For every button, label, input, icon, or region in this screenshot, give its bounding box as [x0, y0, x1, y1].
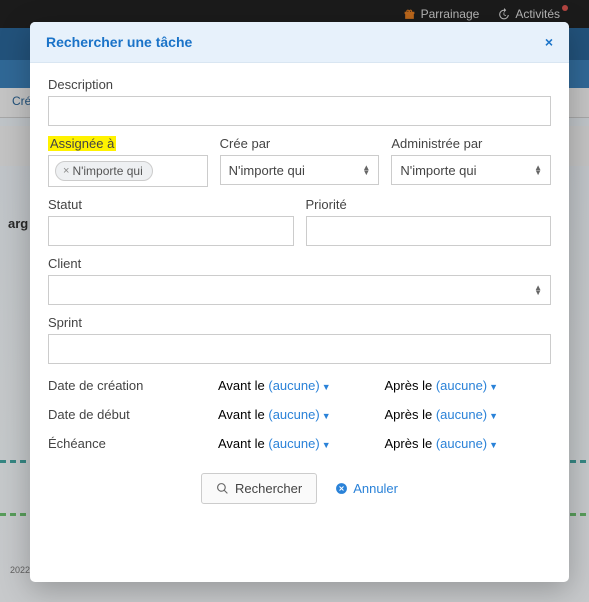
modal-header: Rechercher une tâche × [30, 22, 569, 63]
remove-tag-icon[interactable]: × [63, 165, 69, 177]
close-icon[interactable]: × [545, 34, 553, 50]
search-icon [216, 482, 229, 495]
caret-down-icon: ▼ [489, 440, 498, 450]
priorite-input[interactable] [306, 216, 552, 246]
creee-label: Crée par [220, 136, 380, 151]
priorite-label: Priorité [306, 197, 552, 212]
statut-input[interactable] [48, 216, 294, 246]
description-input[interactable] [48, 96, 551, 126]
updown-icon: ▲▼ [362, 165, 370, 175]
date-debut-before[interactable]: Avant le (aucune)▼ [218, 407, 385, 422]
caret-down-icon: ▼ [322, 411, 331, 421]
cancel-icon [335, 482, 348, 495]
assigned-tag[interactable]: × N'importe qui [55, 161, 153, 181]
assigned-tagbox[interactable]: × N'importe qui [48, 155, 208, 187]
admin-select[interactable]: N'importe qui ▲▼ [391, 155, 551, 185]
date-debut-after[interactable]: Après le (aucune)▼ [385, 407, 552, 422]
assigned-label: Assignée à [48, 136, 208, 151]
date-creation-before[interactable]: Avant le (aucune)▼ [218, 378, 385, 393]
updown-icon: ▲▼ [534, 165, 542, 175]
caret-down-icon: ▼ [489, 411, 498, 421]
sprint-input[interactable] [48, 334, 551, 364]
caret-down-icon: ▼ [322, 382, 331, 392]
client-select[interactable]: ▲▼ [48, 275, 551, 305]
echeance-label: Échéance [48, 436, 218, 451]
echeance-after[interactable]: Après le (aucune)▼ [385, 436, 552, 451]
search-button[interactable]: Rechercher [201, 473, 317, 504]
date-debut-label: Date de début [48, 407, 218, 422]
modal-body: Description Assignée à × N'importe qui C… [30, 63, 569, 582]
client-label: Client [48, 256, 551, 271]
date-creation-row: Date de création Avant le (aucune)▼ Aprè… [48, 378, 551, 393]
statut-label: Statut [48, 197, 294, 212]
search-task-modal: Rechercher une tâche × Description Assig… [30, 22, 569, 582]
creee-select[interactable]: N'importe qui ▲▼ [220, 155, 380, 185]
updown-icon: ▲▼ [534, 285, 542, 295]
sprint-label: Sprint [48, 315, 551, 330]
echeance-row: Échéance Avant le (aucune)▼ Après le (au… [48, 436, 551, 451]
caret-down-icon: ▼ [322, 440, 331, 450]
date-debut-row: Date de début Avant le (aucune)▼ Après l… [48, 407, 551, 422]
echeance-before[interactable]: Avant le (aucune)▼ [218, 436, 385, 451]
modal-footer: Rechercher Annuler [48, 473, 551, 504]
date-creation-label: Date de création [48, 378, 218, 393]
description-label: Description [48, 77, 551, 92]
date-creation-after[interactable]: Après le (aucune)▼ [385, 378, 552, 393]
caret-down-icon: ▼ [489, 382, 498, 392]
admin-label: Administrée par [391, 136, 551, 151]
modal-title: Rechercher une tâche [46, 34, 192, 50]
cancel-button[interactable]: Annuler [335, 481, 398, 496]
